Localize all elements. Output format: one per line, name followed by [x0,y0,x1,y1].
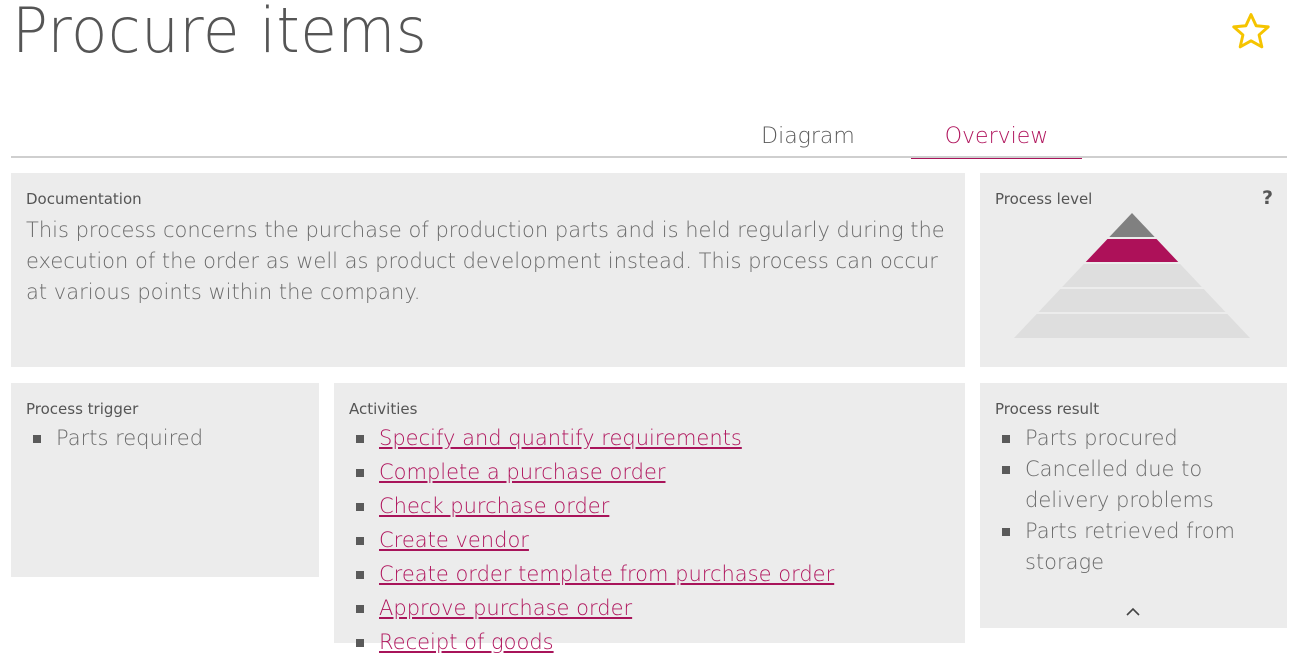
list-item: Parts required [26,423,203,454]
activity-link[interactable]: Complete a purchase order [379,460,666,484]
pyramid-level-current [1085,239,1179,262]
list-item: Specify and quantify requirements [349,423,834,454]
activities-label: Activities [349,400,418,418]
list-item: Create vendor [349,525,834,556]
activity-link[interactable]: Create vendor [379,528,529,552]
process-level-pyramid [1014,213,1250,338]
list-item: Receipt of goods [349,627,834,658]
star-outline-icon[interactable] [1228,10,1274,54]
process-result-label: Process result [995,400,1100,418]
activity-link[interactable]: Approve purchase order [379,596,632,620]
process-result-panel: Process result Parts procured Cancelled … [980,383,1287,628]
documentation-text: This process concerns the purchase of pr… [26,218,945,304]
list-item: Cancelled due to delivery problems [995,454,1265,516]
documentation-panel: Documentation This process concerns the … [11,173,965,367]
activity-link[interactable]: Receipt of goods [379,630,554,654]
pyramid-level [1038,289,1226,312]
list-item: Complete a purchase order [349,457,834,488]
pyramid-level [1109,213,1155,237]
tab-bar-divider [11,156,1287,158]
help-icon[interactable]: ? [1262,187,1273,209]
pyramid-level [1014,314,1250,338]
list-item: Approve purchase order [349,593,834,624]
tab-overview[interactable]: Overview [911,124,1082,159]
activity-link[interactable]: Specify and quantify requirements [379,426,742,450]
activity-link[interactable]: Create order template from purchase orde… [379,562,834,586]
process-trigger-panel: Process trigger Parts required [11,383,319,577]
chevron-up-icon[interactable] [1125,606,1141,618]
activity-link[interactable]: Check purchase order [379,494,609,518]
tab-diagram[interactable]: Diagram [740,124,876,158]
list-item: Parts procured [995,423,1265,454]
page-title: Procure items [12,0,428,67]
pyramid-level [1062,264,1202,287]
documentation-label: Documentation [26,190,142,208]
activities-panel: Activities Specify and quantify requirem… [334,383,965,654]
activities-list: Specify and quantify requirements Comple… [349,423,834,661]
process-level-label: Process level [995,190,1093,208]
process-trigger-label: Process trigger [26,400,139,418]
process-level-panel: Process level ? [980,173,1287,367]
list-item: Check purchase order [349,491,834,522]
process-trigger-list: Parts required [26,423,203,454]
process-result-list: Parts procured Cancelled due to delivery… [995,423,1265,578]
list-item: Create order template from purchase orde… [349,559,834,590]
list-item: Parts retrieved from storage [995,516,1265,578]
